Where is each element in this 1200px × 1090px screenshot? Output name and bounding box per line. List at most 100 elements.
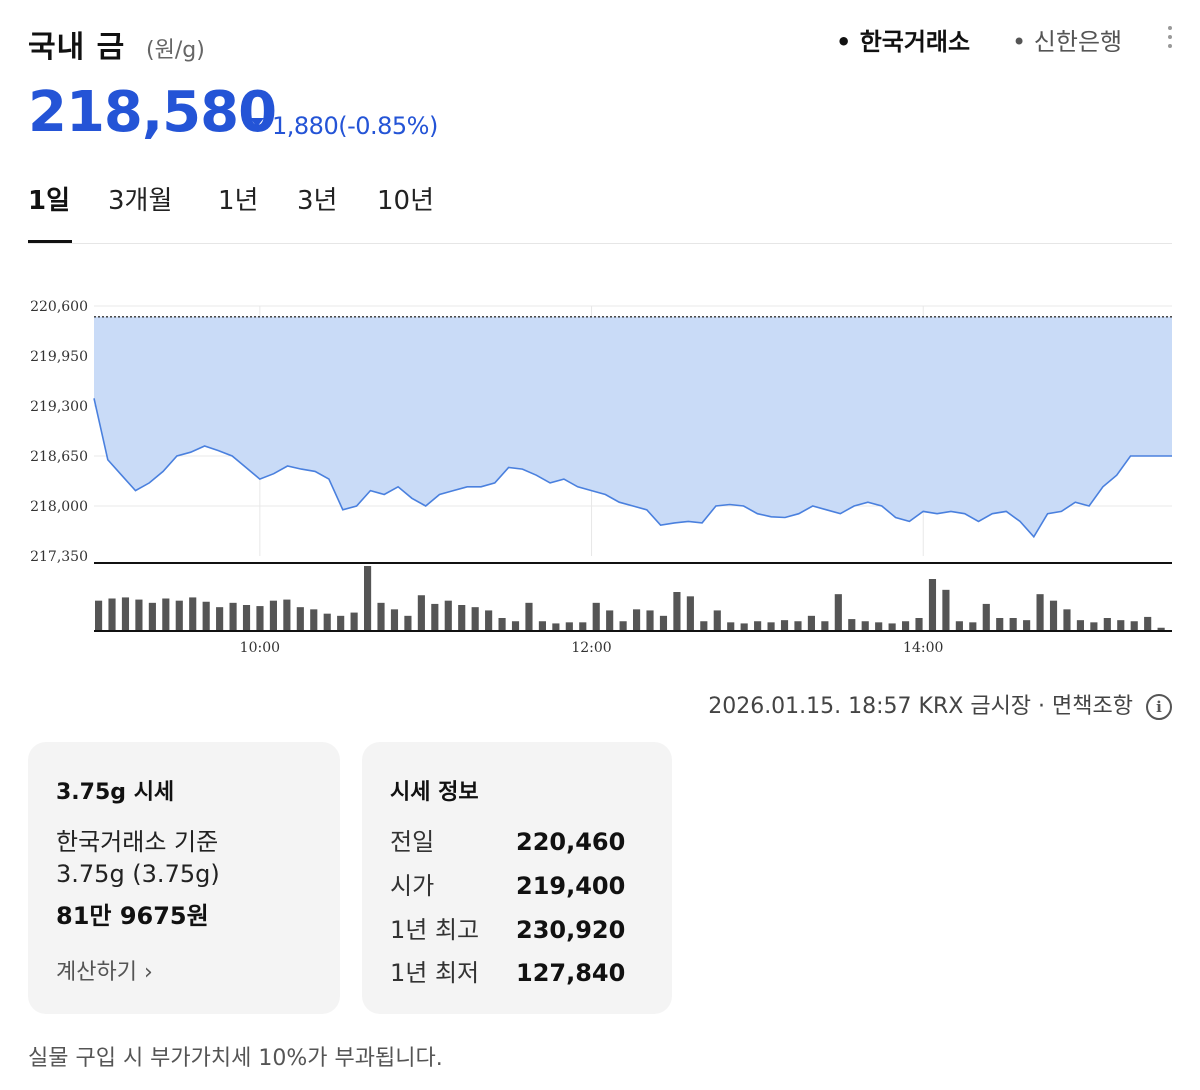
volume-bar — [619, 621, 627, 631]
volume-bar — [902, 621, 910, 631]
volume-bar — [915, 618, 923, 631]
volume-bar — [1063, 609, 1071, 631]
volume-bar — [175, 600, 183, 631]
volume-bar — [283, 599, 291, 631]
volume-bar — [390, 609, 399, 631]
change-percent: (-0.85%) — [338, 112, 438, 140]
volume-bar — [673, 592, 681, 631]
volume-bar — [875, 622, 883, 631]
tab-10y[interactable]: 10년 — [377, 180, 434, 217]
tab-3m[interactable]: 3개월 — [108, 180, 172, 217]
current-price: 218,580 — [28, 80, 277, 145]
volume-bar — [1090, 622, 1098, 631]
change-amount: 1,880 — [272, 112, 339, 140]
info-row-52w-high: 1년 최고 230,920 — [390, 910, 625, 945]
disclaimer-link[interactable]: · 면책조항 — [1038, 694, 1133, 719]
y-tick-label: 219,300 — [30, 399, 88, 415]
calculate-link[interactable]: 계산하기 › — [56, 954, 153, 986]
volume-bar — [767, 622, 775, 631]
weight-label: 3.75g (3.75g) — [56, 860, 220, 888]
tab-3y[interactable]: 3년 — [297, 180, 337, 217]
volume-bar — [202, 601, 210, 631]
tabs-divider — [28, 243, 1172, 244]
volume-bar — [565, 622, 573, 631]
page-title: 국내 금 — [28, 30, 126, 65]
info-label: 전일 — [390, 828, 435, 856]
volume-bar — [1009, 618, 1017, 631]
volume-bar — [323, 613, 331, 631]
volume-bar — [485, 610, 493, 631]
volume-bar — [431, 603, 439, 631]
volume-bar — [780, 620, 789, 631]
volume-bar — [1144, 616, 1152, 631]
volume-bar — [525, 602, 533, 631]
volume-bar — [511, 621, 520, 631]
volume-bar — [646, 610, 654, 631]
volume-bar — [458, 605, 466, 631]
info-row-prev-close: 전일 220,460 — [390, 822, 625, 857]
x-tick-label: 14:00 — [903, 640, 943, 656]
price-change: 1,880(-0.85%) — [272, 112, 438, 140]
source-tab-krx[interactable]: • 한국거래소 — [836, 22, 970, 57]
per-don-amount: 81만 9675원 — [56, 902, 209, 930]
data-timestamp: 2026.01.15. 18:57 KRX 금시장 — [708, 694, 1032, 719]
card-title: 3.75g 시세 — [56, 780, 175, 805]
price-info-card: 시세 정보 전일 220,460 시가 219,400 1년 최고 230,920 1… — [362, 742, 672, 1014]
volume-bar — [242, 605, 251, 631]
volume-bar — [686, 596, 694, 631]
volume-bar — [148, 602, 156, 631]
info-circle-icon[interactable]: i — [1146, 694, 1172, 720]
price-chart[interactable]: 220,600 219,950 219,300 218,650 218,000 217,3… — [0, 280, 1200, 670]
volume-bar — [269, 600, 277, 631]
info-value: 219,400 — [516, 872, 626, 900]
volume-bar — [377, 602, 385, 631]
volume-bar — [404, 615, 412, 631]
volume-bar — [727, 622, 735, 631]
volume-bar — [189, 597, 197, 631]
volume-bar — [1130, 621, 1138, 631]
y-tick-label: 218,000 — [30, 499, 88, 515]
tab-1d[interactable]: 1일 — [28, 180, 70, 217]
volume-bar — [417, 595, 425, 631]
volume-bar — [794, 621, 802, 631]
volume-bar — [740, 623, 748, 631]
volume-bar — [1103, 618, 1111, 631]
info-value: 220,460 — [516, 828, 626, 856]
volume-bar — [1036, 594, 1044, 631]
chart-meta: 2026.01.15. 18:57 KRX 금시장 · 면책조항 i — [640, 688, 1172, 720]
volume-bar — [700, 621, 708, 631]
volume-bar — [996, 618, 1004, 631]
info-label: 시가 — [390, 872, 435, 900]
volume-bar — [969, 622, 977, 631]
volume-bar — [364, 566, 372, 631]
volume-bar — [928, 579, 937, 631]
volume-bar — [350, 612, 358, 631]
volume-bar — [162, 598, 170, 631]
price-area — [94, 316, 1172, 537]
info-label: 1년 최저 — [390, 959, 480, 987]
volume-bar — [337, 615, 345, 631]
volume-bar — [1049, 600, 1058, 631]
more-options-icon[interactable] — [1160, 22, 1180, 56]
source-tab-shinhan[interactable]: • 신한은행 — [1012, 22, 1122, 57]
info-value: 127,840 — [516, 959, 626, 987]
volume-bar — [229, 602, 237, 631]
volume-bar — [310, 609, 318, 631]
y-tick-label: 219,950 — [30, 349, 88, 365]
info-row-open: 시가 219,400 — [390, 866, 625, 901]
y-tick-label: 217,350 — [30, 549, 88, 565]
volume-bar — [1117, 620, 1125, 631]
volume-bar — [95, 600, 103, 631]
volume-bar — [861, 621, 869, 631]
volume-bar — [955, 621, 963, 631]
info-label: 1년 최고 — [390, 916, 480, 944]
tab-1y[interactable]: 1년 — [218, 180, 258, 217]
x-tick-label: 10:00 — [240, 640, 280, 656]
volume-bar — [807, 615, 815, 631]
volume-bar — [848, 619, 856, 631]
volume-bar — [552, 623, 560, 631]
per-don-price-card: 3.75g 시세 한국거래소 기준 3.75g (3.75g) 81만 9675… — [28, 742, 340, 1014]
volume-bar — [713, 610, 721, 631]
volume-bar — [498, 618, 506, 631]
volume-bar — [121, 597, 130, 631]
